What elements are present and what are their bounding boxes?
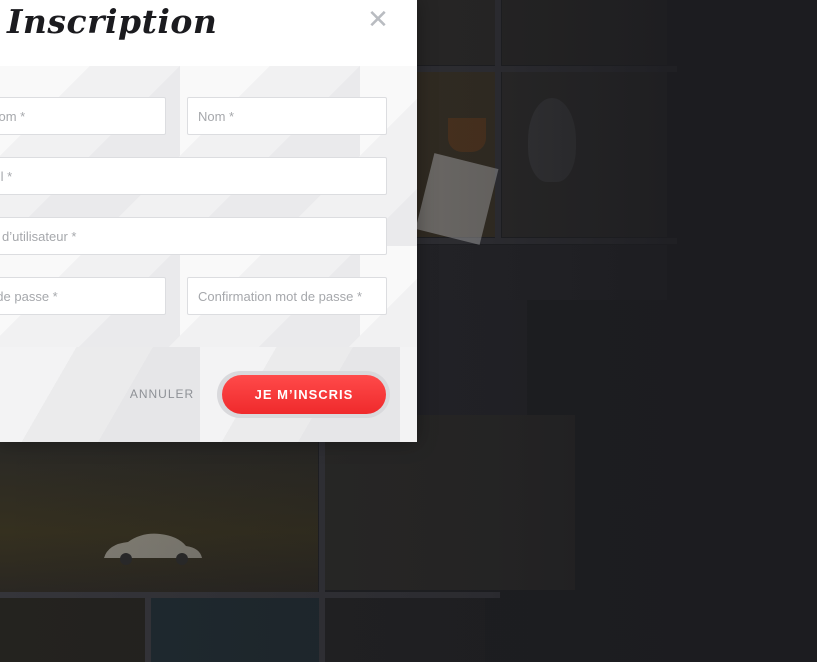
confirm-password-input[interactable] [187, 277, 387, 315]
close-icon[interactable]: ✕ [366, 6, 390, 34]
modal-title: Inscription [7, 2, 218, 41]
signup-modal: Inscription ✕ ANNULER JE M’INSCRIS [0, 0, 417, 442]
password-input[interactable] [0, 277, 166, 315]
email-input[interactable] [0, 157, 387, 195]
last-name-input[interactable] [187, 97, 387, 135]
signup-submit-button[interactable]: JE M’INSCRIS [222, 375, 386, 414]
first-name-input[interactable] [0, 97, 166, 135]
modal-header: Inscription ✕ [0, 0, 417, 66]
cancel-button[interactable]: ANNULER [122, 383, 202, 405]
username-input[interactable] [0, 217, 387, 255]
